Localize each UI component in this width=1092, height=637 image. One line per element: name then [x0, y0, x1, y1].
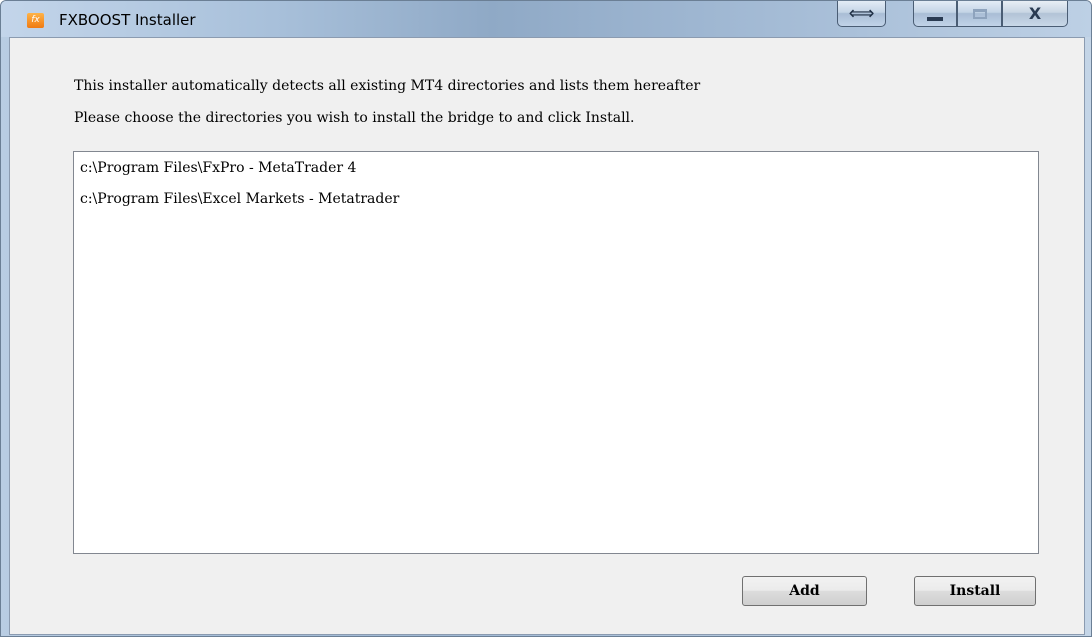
resize-button[interactable]: ⟺: [837, 1, 886, 27]
instruction-text-1: This installer automatically detects all…: [74, 78, 701, 94]
dialog-body: This installer automatically detects all…: [9, 37, 1085, 635]
title-bar[interactable]: fx FXBOOST Installer ⟺ X: [1, 1, 1091, 37]
installer-window: fx FXBOOST Installer ⟺ X This installer …: [0, 0, 1092, 637]
close-icon: X: [1028, 3, 1042, 23]
minimize-icon: [927, 16, 943, 21]
install-button[interactable]: Install: [914, 576, 1036, 606]
instruction-text-2: Please choose the directories you wish t…: [74, 110, 635, 126]
list-item[interactable]: c:\Program Files\Excel Markets - Metatra…: [80, 191, 399, 207]
list-item[interactable]: c:\Program Files\FxPro - MetaTrader 4: [80, 160, 356, 176]
resize-icon: ⟺: [848, 2, 875, 24]
maximize-icon: [972, 8, 987, 19]
maximize-button[interactable]: [957, 1, 1002, 27]
app-icon: fx: [27, 13, 44, 28]
close-button[interactable]: X: [1002, 1, 1068, 27]
directory-listbox[interactable]: c:\Program Files\FxPro - MetaTrader 4 c:…: [73, 151, 1039, 554]
window-title: FXBOOST Installer: [59, 11, 196, 29]
minimize-button[interactable]: [913, 1, 957, 27]
add-button[interactable]: Add: [742, 576, 867, 606]
